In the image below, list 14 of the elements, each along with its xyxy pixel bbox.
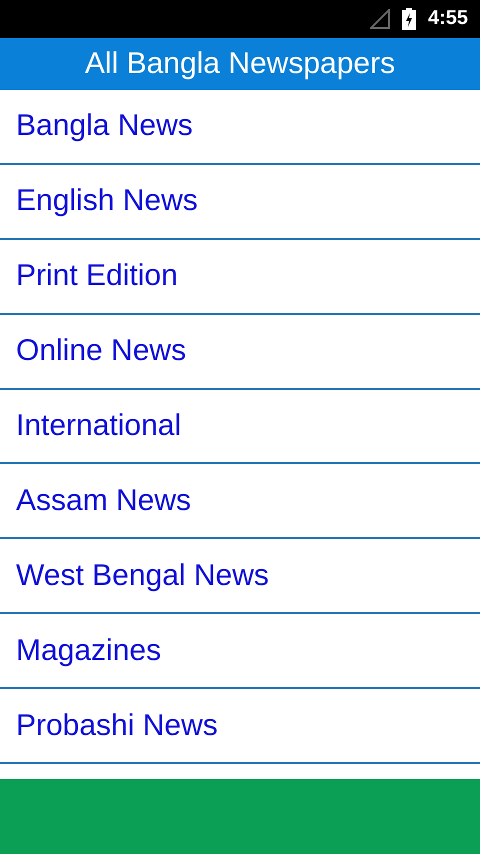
menu-item[interactable]: Assam News [0, 464, 480, 540]
ad-banner[interactable] [0, 779, 480, 854]
menu-item[interactable]: English News [0, 164, 480, 240]
status-time: 4:55 [428, 7, 468, 30]
signal-icon [370, 8, 390, 29]
menu-item[interactable]: Bangla News [0, 90, 480, 165]
menu-item[interactable]: Magazines [0, 614, 480, 690]
menu-item[interactable]: International [0, 390, 480, 464]
menu-item[interactable]: Probashi News [0, 689, 480, 764]
menu-item[interactable]: Online News [0, 314, 480, 390]
menu-item[interactable]: West Bengal News [0, 539, 480, 614]
menu-item[interactable]: Print Edition [0, 240, 480, 315]
app-title: All Bangla Newspapers [0, 38, 480, 90]
battery-icon [402, 8, 416, 30]
